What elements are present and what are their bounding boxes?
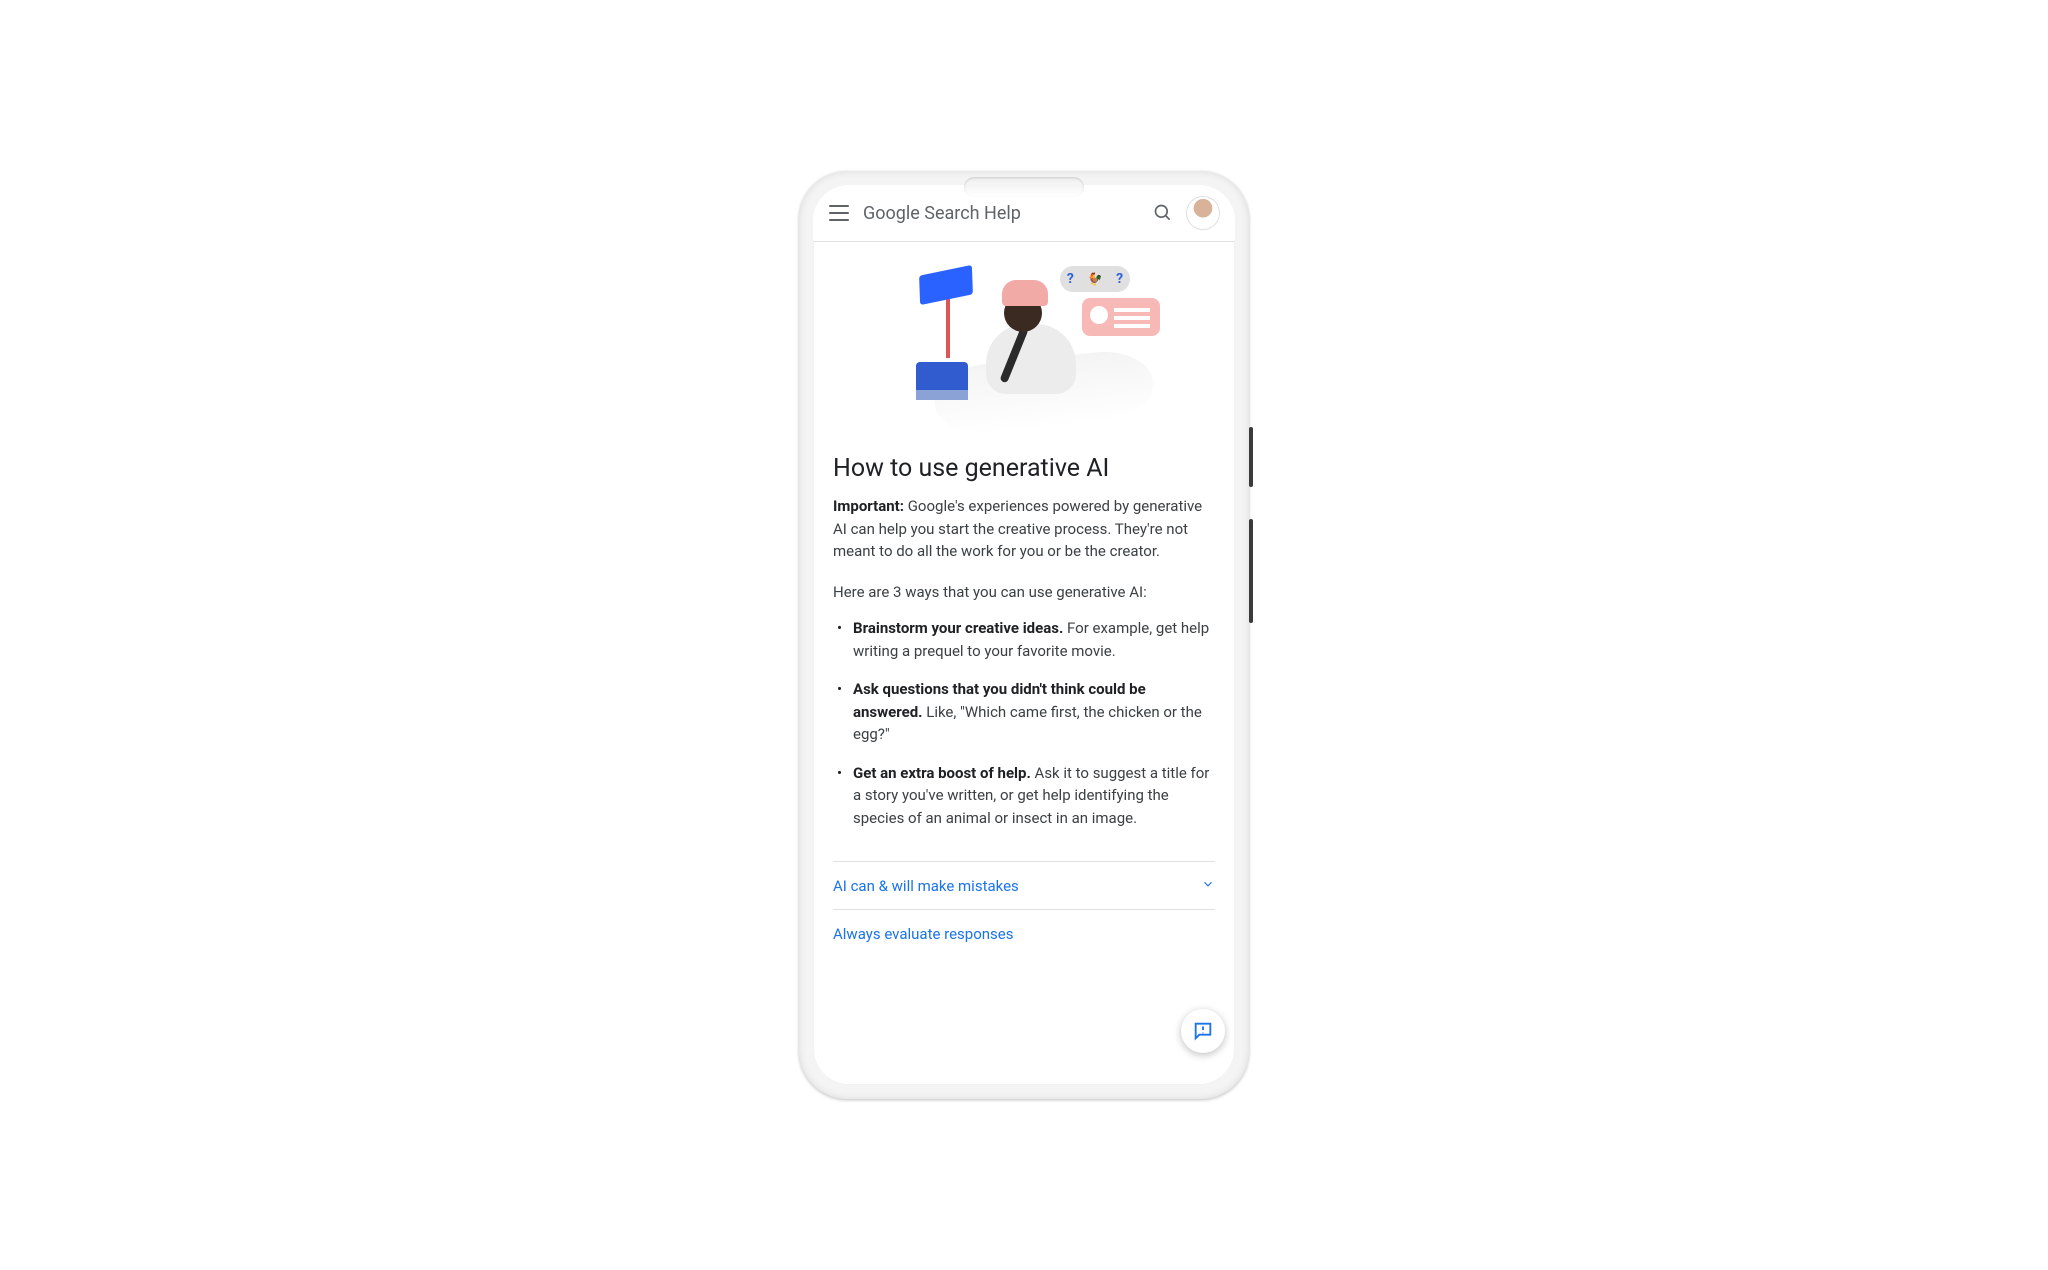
accordion-item-evaluate[interactable]: Always evaluate responses (833, 910, 1215, 957)
tip-bold: Brainstorm your creative ideas. (853, 619, 1063, 637)
search-icon[interactable] (1153, 203, 1173, 223)
page-title: How to use generative AI (833, 454, 1215, 483)
feedback-button[interactable] (1181, 1009, 1225, 1053)
screen: Google Search Help (813, 185, 1235, 1085)
list-item: Get an extra boost of help. Ask it to su… (833, 762, 1215, 846)
phone-side-button-1 (1249, 427, 1253, 487)
content-scroll[interactable]: ?🐓? How to use generative AI Important: … (813, 242, 1235, 1085)
hero-illustration: ?🐓? (833, 242, 1215, 436)
tip-bold: Get an extra boost of help. (853, 764, 1031, 782)
list-item: Ask questions that you didn't think coul… (833, 678, 1215, 762)
important-label: Important: (833, 497, 904, 515)
accordion-label: AI can & will make mistakes (833, 877, 1019, 895)
menu-icon[interactable] (829, 205, 849, 221)
phone-side-button-2 (1249, 519, 1253, 623)
list-item: Brainstorm your creative ideas. For exam… (833, 617, 1215, 678)
app-title: Google Search Help (863, 203, 1139, 224)
intro-text: Here are 3 ways that you can use generat… (833, 581, 1215, 604)
lead-paragraph: Important: Google's experiences powered … (833, 495, 1215, 563)
info-card-icon (1082, 298, 1160, 336)
accordion-label: Always evaluate responses (833, 925, 1013, 943)
app-bar: Google Search Help (813, 185, 1235, 242)
phone-frame: Google Search Help (799, 171, 1249, 1099)
accordion-item-mistakes[interactable]: AI can & will make mistakes (833, 862, 1215, 910)
tips-list: Brainstorm your creative ideas. For exam… (833, 617, 1215, 845)
chevron-down-icon (1201, 876, 1215, 895)
question-bubble-icon: ?🐓? (1060, 266, 1130, 292)
avatar[interactable] (1187, 197, 1219, 229)
accordion: AI can & will make mistakes Always evalu… (833, 861, 1215, 957)
feedback-icon (1192, 1020, 1214, 1042)
signpost-icon (919, 265, 973, 305)
